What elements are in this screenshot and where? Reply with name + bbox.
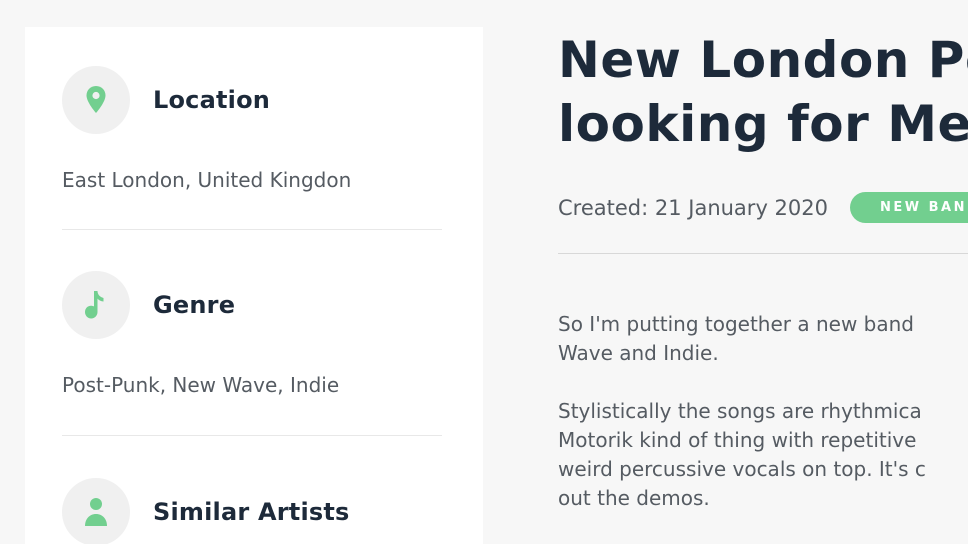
location-header: Location xyxy=(62,66,442,134)
genre-icon-circle xyxy=(62,271,130,339)
description-line: So I'm putting together a new band xyxy=(558,312,914,336)
divider xyxy=(62,229,442,230)
description-line: Motorik kind of thing with repetitive xyxy=(558,428,917,452)
location-section: Location East London, United Kingdon xyxy=(62,66,442,192)
genre-section: Genre Post-Punk, New Wave, Indie xyxy=(62,271,442,397)
listing-meta: Created: 21 January 2020 NEW BAN xyxy=(558,192,968,223)
person-icon xyxy=(85,498,107,526)
description-paragraph: Stylistically the songs are rhythmica Mo… xyxy=(558,397,968,513)
location-title: Location xyxy=(153,86,271,114)
genre-title: Genre xyxy=(153,291,236,319)
genre-value: Post-Punk, New Wave, Indie xyxy=(62,373,340,397)
description-paragraph: So I'm putting together a new band Wave … xyxy=(558,310,968,368)
status-badge[interactable]: NEW BAN xyxy=(850,192,968,223)
listing-description: So I'm putting together a new band Wave … xyxy=(558,310,968,542)
description-line: out the demos. xyxy=(558,486,710,510)
similar-artists-section: Similar Artists xyxy=(62,478,442,544)
divider xyxy=(62,435,442,436)
listing-title-line: looking for Mer xyxy=(558,95,968,153)
created-date: Created: 21 January 2020 xyxy=(558,195,828,220)
description-line: weird percussive vocals on top. It's c xyxy=(558,457,926,481)
description-line: Stylistically the songs are rhythmica xyxy=(558,399,922,423)
divider xyxy=(558,253,968,254)
listing-title: New London Po looking for Mer xyxy=(558,28,968,156)
music-note-icon xyxy=(85,291,104,319)
location-value: East London, United Kingdon xyxy=(62,168,352,192)
page: Location East London, United Kingdon Gen… xyxy=(0,0,968,544)
listing-main: New London Po looking for Mer Created: 2… xyxy=(558,28,968,510)
listing-title-line: New London Po xyxy=(558,31,968,89)
description-line: Wave and Indie. xyxy=(558,341,719,365)
similar-artists-icon-circle xyxy=(62,478,130,544)
similar-artists-header: Similar Artists xyxy=(62,478,442,544)
similar-artists-title: Similar Artists xyxy=(153,498,350,526)
details-card: Location East London, United Kingdon Gen… xyxy=(25,27,483,544)
location-pin-icon xyxy=(86,86,106,113)
genre-header: Genre xyxy=(62,271,442,339)
location-icon-circle xyxy=(62,66,130,134)
